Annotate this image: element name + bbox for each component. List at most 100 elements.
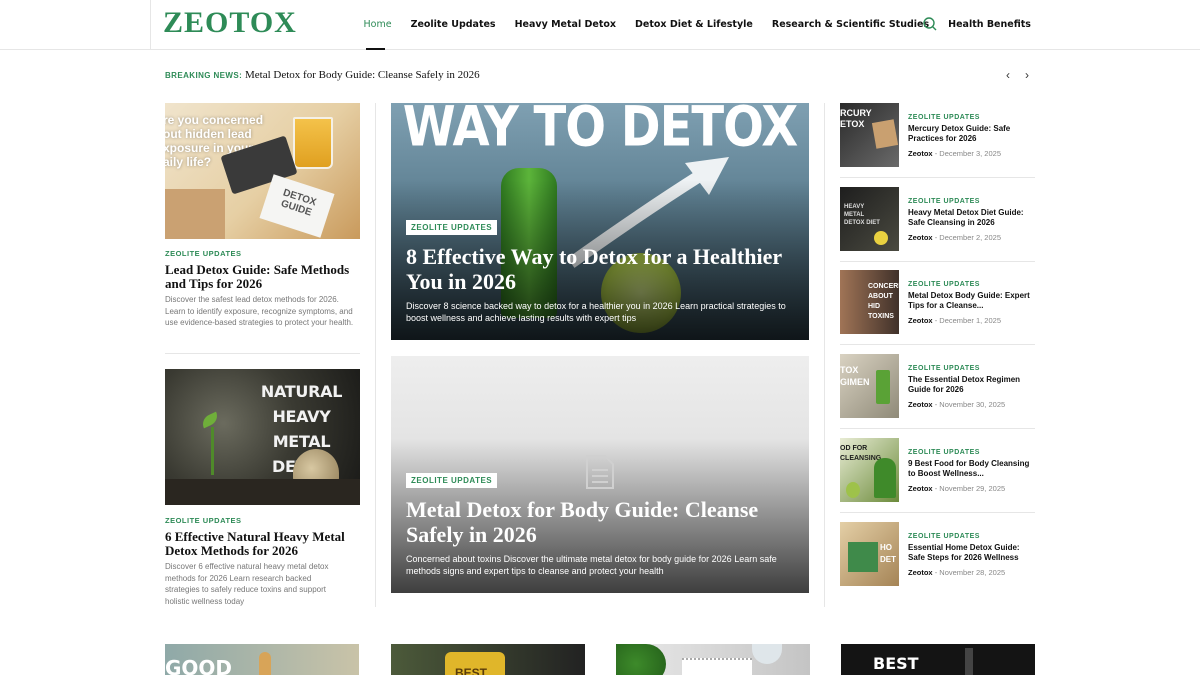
post-thumbnail[interactable]: OD FOR CLEANSING	[840, 438, 899, 502]
meta-separator: -	[934, 149, 938, 158]
divider	[840, 428, 1035, 429]
nav-zeolite-updates[interactable]: Zeolite Updates	[401, 0, 505, 50]
list-item[interactable]: HO DET ZEOLITE UPDATES Essential Home De…	[840, 522, 1035, 587]
thumbnail-overlay-text: TOX GIMEN	[840, 365, 870, 387]
thumbnail-overlay-text: HO DET	[880, 543, 896, 564]
featured-article[interactable]: WAY TO DETOX ZEOLITE UPDATES 8 Effective…	[391, 103, 809, 340]
post-meta: Zeotox - December 2, 2025	[908, 233, 1001, 242]
category-label[interactable]: ZEOLITE UPDATES	[908, 281, 980, 288]
article-title[interactable]: Lead Detox Guide: Safe Methods and Tips …	[165, 263, 360, 291]
article-card[interactable]: re you concerned out hidden lead xposure…	[165, 103, 360, 327]
breaking-news-bar: BREAKING NEWS: Metal Detox for Body Guid…	[165, 68, 1035, 83]
water-glass	[752, 644, 782, 664]
column-divider	[375, 103, 376, 607]
search-icon[interactable]	[920, 14, 940, 34]
post-meta: Zeotox - November 29, 2025	[908, 484, 1005, 493]
list-item[interactable]: CONCERN ABOUT HID TOXINS ZEOLITE UPDATES…	[840, 270, 1035, 335]
article-excerpt: Discover the safest lead detox methods f…	[165, 295, 354, 327]
post-date: November 30, 2025	[939, 400, 1006, 409]
breaking-news-headline[interactable]: Metal Detox for Body Guide: Cleanse Safe…	[245, 69, 480, 81]
nav-home[interactable]: Home	[354, 0, 401, 50]
list-item[interactable]: TOX GIMEN ZEOLITE UPDATES The Essential …	[840, 354, 1035, 419]
post-author[interactable]: Zeotox	[908, 400, 933, 409]
category-label[interactable]: ZEOLITE UPDATES	[908, 365, 980, 372]
post-author[interactable]: Zeotox	[908, 568, 933, 577]
breaking-news-label: BREAKING NEWS:	[165, 71, 243, 80]
nav-research-studies[interactable]: Research & Scientific Studies	[762, 0, 938, 50]
bottom-article-thumbnail[interactable]	[616, 644, 810, 675]
category-tag[interactable]: ZEOLITE UPDATES	[406, 220, 498, 235]
meta-separator: -	[934, 316, 938, 325]
list-item[interactable]: RCURY ETOX ZEOLITE UPDATES Mercury Detox…	[840, 103, 1035, 168]
featured-image-text: WAY TO DETOX	[402, 103, 799, 160]
detox-card	[871, 119, 899, 149]
bottom-article-thumbnail[interactable]: GOOD	[165, 644, 359, 675]
soil-ground	[165, 479, 360, 505]
post-author[interactable]: Zeotox	[908, 316, 933, 325]
post-author[interactable]: Zeotox	[908, 233, 933, 242]
wooden-figure	[259, 652, 271, 675]
green-figure	[874, 458, 896, 498]
meta-separator: -	[934, 233, 938, 242]
article-title[interactable]: 6 Effective Natural Heavy Metal Detox Me…	[165, 530, 360, 558]
post-date: November 29, 2025	[939, 484, 1006, 493]
post-date: November 28, 2025	[939, 568, 1006, 577]
category-label[interactable]: ZEOLITE UPDATES	[908, 198, 980, 205]
article-thumbnail[interactable]: NATURAL HEAVY METAL DETOX	[165, 369, 360, 505]
post-date: December 3, 2025	[939, 149, 1001, 158]
site-logo[interactable]: ZEOTOX	[163, 6, 297, 40]
list-item[interactable]: OD FOR CLEANSING ZEOLITE UPDATES 9 Best …	[840, 438, 1035, 503]
divider	[840, 512, 1035, 513]
post-title[interactable]: Essential Home Detox Guide: Safe Steps f…	[908, 543, 1035, 563]
article-card[interactable]: NATURAL HEAVY METAL DETOX ZEOLITE UPDATE…	[165, 369, 360, 606]
post-title[interactable]: Heavy Metal Detox Diet Guide: Safe Clean…	[908, 208, 1035, 228]
post-thumbnail[interactable]: TOX GIMEN	[840, 354, 899, 418]
post-meta: Zeotox - December 1, 2025	[908, 316, 1001, 325]
bottom-article-thumbnail[interactable]: BEST	[841, 644, 1035, 675]
thumbnail-overlay-text: GOOD	[165, 656, 233, 675]
nav-detox-diet-lifestyle[interactable]: Detox Diet & Lifestyle	[626, 0, 763, 50]
meta-separator: -	[934, 400, 938, 409]
post-title[interactable]: Mercury Detox Guide: Safe Practices for …	[908, 124, 1035, 144]
post-title[interactable]: The Essential Detox Regimen Guide for 20…	[908, 375, 1035, 395]
notepad	[682, 658, 752, 675]
post-title[interactable]: 9 Best Food for Body Cleansing to Boost …	[908, 459, 1035, 479]
nav-heavy-metal-detox[interactable]: Heavy Metal Detox	[505, 0, 625, 50]
divider	[840, 177, 1035, 178]
post-thumbnail[interactable]: HO DET	[840, 522, 899, 586]
sprout-leaf	[199, 411, 221, 429]
category-label[interactable]: ZEOLITE UPDATES	[165, 249, 242, 258]
post-author[interactable]: Zeotox	[908, 149, 933, 158]
chevron-right-icon[interactable]: ›	[1020, 68, 1034, 82]
column-divider	[824, 103, 825, 607]
house-shape	[848, 542, 878, 572]
nav-health-benefits[interactable]: Health Benefits	[939, 0, 1041, 50]
post-author[interactable]: Zeotox	[908, 484, 933, 493]
category-label[interactable]: ZEOLITE UPDATES	[908, 533, 980, 540]
sprout-plant	[211, 427, 214, 475]
list-item[interactable]: HEAVY METAL DETOX DIET ZEOLITE UPDATES H…	[840, 187, 1035, 252]
category-label[interactable]: ZEOLITE UPDATES	[908, 114, 980, 121]
featured-title[interactable]: 8 Effective Way to Detox for a Healthier…	[406, 244, 796, 294]
divider	[165, 353, 360, 354]
category-tag[interactable]: ZEOLITE UPDATES	[406, 473, 498, 488]
featured-title[interactable]: Metal Detox for Body Guide: Cleanse Safe…	[406, 497, 796, 547]
article-thumbnail[interactable]: re you concerned out hidden lead xposure…	[165, 103, 360, 239]
post-thumbnail[interactable]: CONCERN ABOUT HID TOXINS	[840, 270, 899, 334]
thumbnail-overlay-text: BEST	[455, 666, 488, 675]
post-meta: Zeotox - November 30, 2025	[908, 400, 1005, 409]
featured-article[interactable]: ZEOLITE UPDATES Metal Detox for Body Gui…	[391, 356, 809, 593]
thumbnail-overlay-text: HEAVY METAL DETOX DIET	[844, 204, 880, 226]
category-label[interactable]: ZEOLITE UPDATES	[908, 449, 980, 456]
post-thumbnail[interactable]: HEAVY METAL DETOX DIET	[840, 187, 899, 251]
green-juice-glass	[876, 370, 890, 404]
header-divider	[150, 0, 151, 50]
post-title[interactable]: Metal Detox Body Guide: Expert Tips for …	[908, 291, 1035, 311]
site-header: ZEOTOX Home Zeolite Updates Heavy Metal …	[0, 0, 1200, 50]
category-label[interactable]: ZEOLITE UPDATES	[165, 516, 242, 525]
meta-separator: -	[934, 484, 938, 493]
bottom-article-thumbnail[interactable]: BEST	[391, 644, 585, 675]
chevron-left-icon[interactable]: ‹	[1001, 68, 1015, 82]
post-thumbnail[interactable]: RCURY ETOX	[840, 103, 899, 167]
image-placeholder-icon	[586, 455, 614, 489]
